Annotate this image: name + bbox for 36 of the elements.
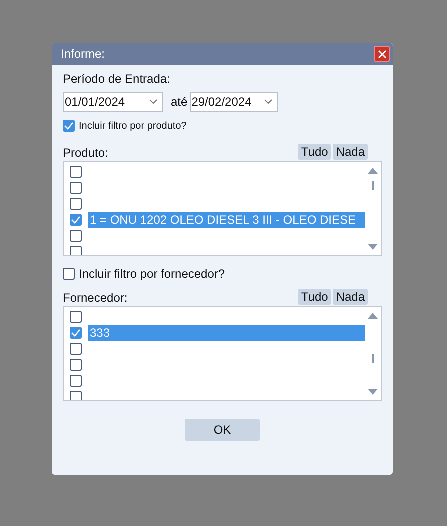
select-button[interactable]: Nada	[333, 144, 368, 160]
start-date-dropdown[interactable]: 01/01/2024	[63, 92, 163, 112]
checkbox[interactable]	[70, 166, 82, 178]
ok-button[interactable]: OK	[185, 419, 260, 441]
checkbox[interactable]	[70, 375, 82, 387]
checkbox[interactable]	[70, 359, 82, 371]
checkbox-label: Incluir filtro por fornecedor?	[79, 267, 226, 281]
checkbox[interactable]	[70, 311, 82, 323]
window-title: Informe:	[61, 47, 106, 61]
scroll-down-icon[interactable]	[368, 388, 378, 396]
scroll-down-icon[interactable]	[368, 243, 378, 251]
scroll-up-icon[interactable]	[368, 312, 378, 320]
period-label: Período de Entrada:	[63, 72, 172, 86]
close-button[interactable]	[374, 46, 390, 62]
chevron-down-icon	[264, 99, 273, 105]
checkbox[interactable]	[70, 230, 82, 242]
select-button[interactable]: Tudo	[298, 144, 332, 160]
end-date-dropdown[interactable]: 29/02/2024	[190, 92, 278, 112]
list-label: Produto:	[63, 146, 108, 160]
scroll-up-icon[interactable]	[368, 167, 378, 175]
checkbox[interactable]	[70, 214, 82, 226]
chevron-down-icon	[149, 99, 158, 105]
checkbox[interactable]	[70, 198, 82, 210]
checkbox[interactable]	[70, 327, 82, 339]
checkbox[interactable]	[70, 391, 82, 400]
checkbox[interactable]	[70, 343, 82, 355]
list-label: Fornecedor:	[63, 291, 128, 305]
separator-label: até	[171, 95, 188, 109]
close-icon	[378, 50, 386, 58]
checkbox[interactable]	[70, 182, 82, 194]
checkbox[interactable]	[63, 268, 75, 280]
select-button[interactable]: Tudo	[298, 289, 332, 305]
checkbox[interactable]	[63, 120, 75, 132]
checkbox-label: Incluir filtro por produto?	[79, 120, 187, 132]
select-button[interactable]: Nada	[333, 289, 368, 305]
checkbox[interactable]	[70, 246, 82, 255]
